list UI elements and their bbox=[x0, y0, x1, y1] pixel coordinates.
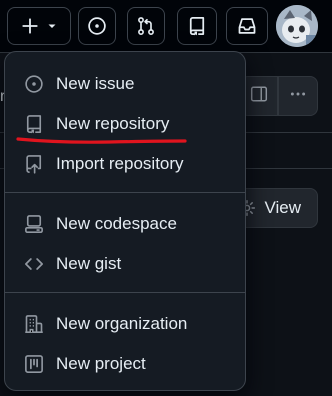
pull-requests-button[interactable] bbox=[127, 7, 165, 45]
organization-icon bbox=[22, 314, 46, 334]
menu-divider bbox=[5, 192, 245, 193]
global-header bbox=[0, 0, 332, 53]
menu-item-new-project[interactable]: New project bbox=[11, 346, 239, 382]
menu-item-label: New gist bbox=[56, 254, 122, 273]
repo-push-icon bbox=[22, 154, 46, 174]
menu-item-label: New organization bbox=[56, 314, 188, 333]
menu-item-import-repository[interactable]: Import repository bbox=[11, 146, 239, 182]
sidebar-expand-icon bbox=[250, 85, 268, 108]
issues-button[interactable] bbox=[78, 7, 116, 45]
repo-icon bbox=[22, 114, 46, 134]
more-options-button[interactable] bbox=[278, 76, 318, 116]
kebab-horizontal-icon bbox=[289, 85, 307, 108]
project-icon bbox=[22, 354, 46, 374]
view-button-label: View bbox=[264, 198, 301, 217]
repo-icon bbox=[187, 16, 207, 36]
user-avatar[interactable] bbox=[276, 5, 318, 47]
create-new-button[interactable] bbox=[7, 7, 71, 45]
menu-divider bbox=[5, 292, 245, 293]
triangle-down-icon bbox=[47, 21, 57, 31]
git-pull-request-icon bbox=[136, 16, 156, 36]
menu-item-label: New codespace bbox=[56, 214, 177, 233]
issue-opened-icon bbox=[22, 74, 46, 94]
menu-item-label: New repository bbox=[56, 114, 170, 133]
plus-icon bbox=[21, 17, 39, 35]
code-icon bbox=[22, 254, 46, 274]
menu-item-new-repository[interactable]: New repository bbox=[11, 106, 239, 142]
menu-item-new-gist[interactable]: New gist bbox=[11, 246, 239, 282]
menu-item-new-issue[interactable]: New issue bbox=[11, 66, 239, 102]
repositories-button[interactable] bbox=[177, 7, 217, 45]
menu-item-new-organization[interactable]: New organization bbox=[11, 306, 239, 342]
menu-item-label: New project bbox=[56, 354, 146, 373]
inbox-button[interactable] bbox=[226, 7, 268, 45]
codespaces-icon bbox=[22, 214, 46, 234]
issue-opened-icon bbox=[87, 16, 107, 36]
menu-item-label: New issue bbox=[56, 74, 135, 93]
menu-item-label: Import repository bbox=[56, 154, 184, 173]
create-new-menu: New issue New repository Import reposito… bbox=[4, 51, 246, 391]
menu-item-new-codespace[interactable]: New codespace bbox=[11, 206, 239, 242]
inbox-icon bbox=[237, 16, 257, 36]
